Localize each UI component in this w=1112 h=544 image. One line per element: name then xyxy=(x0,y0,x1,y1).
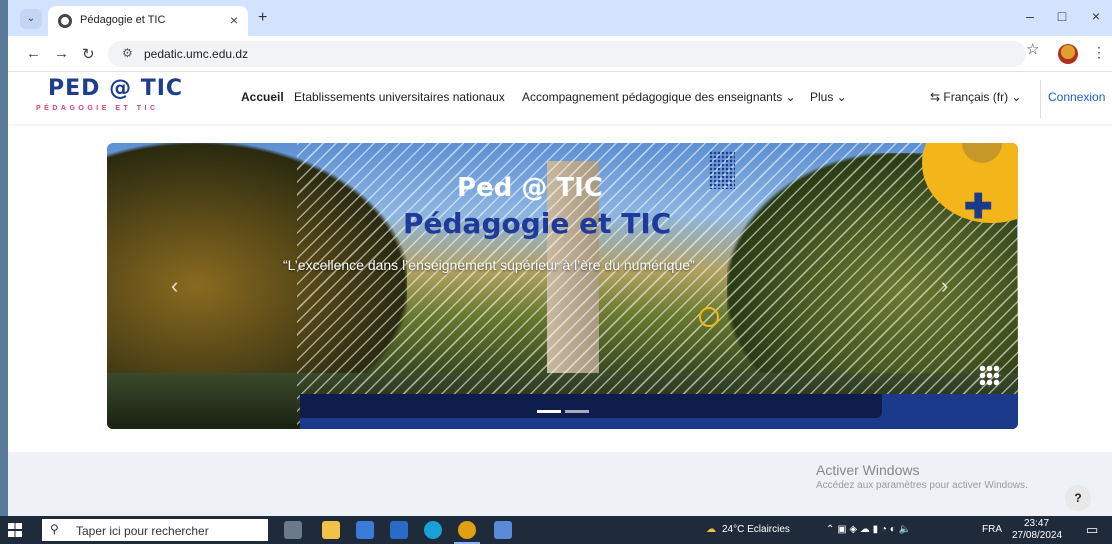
carousel-next-icon[interactable]: › xyxy=(941,273,948,299)
help-button[interactable]: ? xyxy=(1065,485,1091,511)
tray-icons[interactable]: ⌃ ▣ ◈ ☁ ▮ ◔ ◐ 🔈 xyxy=(826,524,911,535)
nav-item-etablissements[interactable]: Etablissements universitaires nationaux xyxy=(294,90,505,104)
taskbar-search-input[interactable]: ⚲ Taper ici pour rechercher xyxy=(42,519,268,541)
tab-title: Pédagogie et TIC xyxy=(80,14,166,26)
maximize-button[interactable]: □ xyxy=(1052,8,1072,24)
site-logo[interactable]: PED @ TIC xyxy=(48,76,183,101)
app-icon[interactable] xyxy=(494,521,512,539)
close-window-button[interactable]: × xyxy=(1086,8,1106,24)
bookmark-star-icon[interactable]: ☆ xyxy=(1026,40,1039,58)
taskbar-search-placeholder: Taper ici pour rechercher xyxy=(76,524,209,538)
chrome-icon[interactable] xyxy=(458,521,476,539)
file-explorer-icon[interactable] xyxy=(322,521,340,539)
tab-strip: ⌄ Pédagogie et TIC × + – □ × xyxy=(8,0,1112,36)
tab-active[interactable]: Pédagogie et TIC × xyxy=(48,6,248,36)
carousel-indicator-2[interactable] xyxy=(565,410,589,413)
back-arrow-icon[interactable]: ← xyxy=(26,45,41,62)
windows-start-icon[interactable] xyxy=(8,523,22,537)
search-icon: ⚲ xyxy=(50,522,59,536)
hero-title: Ped @ TIC xyxy=(457,173,603,203)
diagonal-stripes-overlay xyxy=(297,143,1018,429)
caption-band xyxy=(300,394,1018,429)
site-logo-subtitle: PÉDAGOGIE ET TIC xyxy=(36,105,159,112)
grid-dots-icon xyxy=(979,365,1001,387)
forward-arrow-icon[interactable]: → xyxy=(54,45,69,62)
url-field[interactable]: ⚙ pedatic.umc.edu.dz xyxy=(108,41,1026,67)
dot-grid-icon xyxy=(709,151,735,189)
clock-time[interactable]: 23:47 xyxy=(1024,518,1049,529)
edge-icon[interactable] xyxy=(424,521,442,539)
address-bar: ← → ↻ ⚙ pedatic.umc.edu.dz ☆ ⋮ xyxy=(8,36,1112,72)
notification-icon[interactable]: ▭ xyxy=(1086,522,1098,538)
hero-carousel: ✚ Ped @ TIC Pédagogie et TIC “L’excellen… xyxy=(107,143,1018,429)
input-language[interactable]: FRA xyxy=(982,524,1002,535)
carousel-indicator-1[interactable] xyxy=(537,410,561,413)
weather-text[interactable]: 24°C Eclaircies xyxy=(722,524,790,535)
profile-avatar[interactable] xyxy=(1058,44,1078,64)
windows-activation-subtitle: Accédez aux paramètres pour activer Wind… xyxy=(816,480,1028,491)
clock-date[interactable]: 27/08/2024 xyxy=(1012,530,1062,541)
nav-item-plus[interactable]: Plus ⌄ xyxy=(810,90,847,104)
nav-item-accueil[interactable]: Accueil xyxy=(241,90,284,104)
mail-icon[interactable] xyxy=(390,521,408,539)
minimize-button[interactable]: – xyxy=(1020,8,1040,24)
nav-item-accompagnement[interactable]: Accompagnement pédagogique des enseignan… xyxy=(522,90,796,104)
login-link[interactable]: Connexion xyxy=(1048,90,1105,104)
site-header: PED @ TIC PÉDAGOGIE ET TIC Accueil Etabl… xyxy=(8,72,1112,124)
url-text: pedatic.umc.edu.dz xyxy=(144,47,249,61)
windows-activation-title: Activer Windows xyxy=(816,462,920,478)
reload-icon[interactable]: ↻ xyxy=(82,45,95,63)
header-divider xyxy=(1040,80,1041,118)
browser-window: ⌄ Pédagogie et TIC × + – □ × ← → ↻ ⚙ ped… xyxy=(8,0,1112,516)
decor-ring xyxy=(699,307,719,327)
windows-taskbar: ⚲ Taper ici pour rechercher ☁ 24°C Eclai… xyxy=(0,516,1112,544)
carousel-prev-icon[interactable]: ‹ xyxy=(171,273,178,299)
tab-search-icon[interactable]: ⌄ xyxy=(20,9,42,29)
weather-icon[interactable]: ☁ xyxy=(706,524,716,535)
globe-icon xyxy=(58,14,72,28)
hero-subtitle: Pédagogie et TIC xyxy=(403,207,672,240)
translate-icon: ⇆ xyxy=(930,90,944,104)
task-view-icon[interactable] xyxy=(284,521,302,539)
language-label: Français (fr) ⌄ xyxy=(943,90,1022,104)
plus-icon: ✚ xyxy=(964,188,993,226)
site-info-icon[interactable]: ⚙ xyxy=(122,46,133,60)
hero-tagline: “L’excellence dans l’enseignement supéri… xyxy=(283,257,695,273)
new-tab-button[interactable]: + xyxy=(258,9,267,27)
language-selector[interactable]: ⇆ Français (fr) ⌄ xyxy=(930,90,1021,104)
browser-menu-icon[interactable]: ⋮ xyxy=(1092,44,1106,61)
store-icon[interactable] xyxy=(356,521,374,539)
tab-close-icon[interactable]: × xyxy=(230,12,238,28)
